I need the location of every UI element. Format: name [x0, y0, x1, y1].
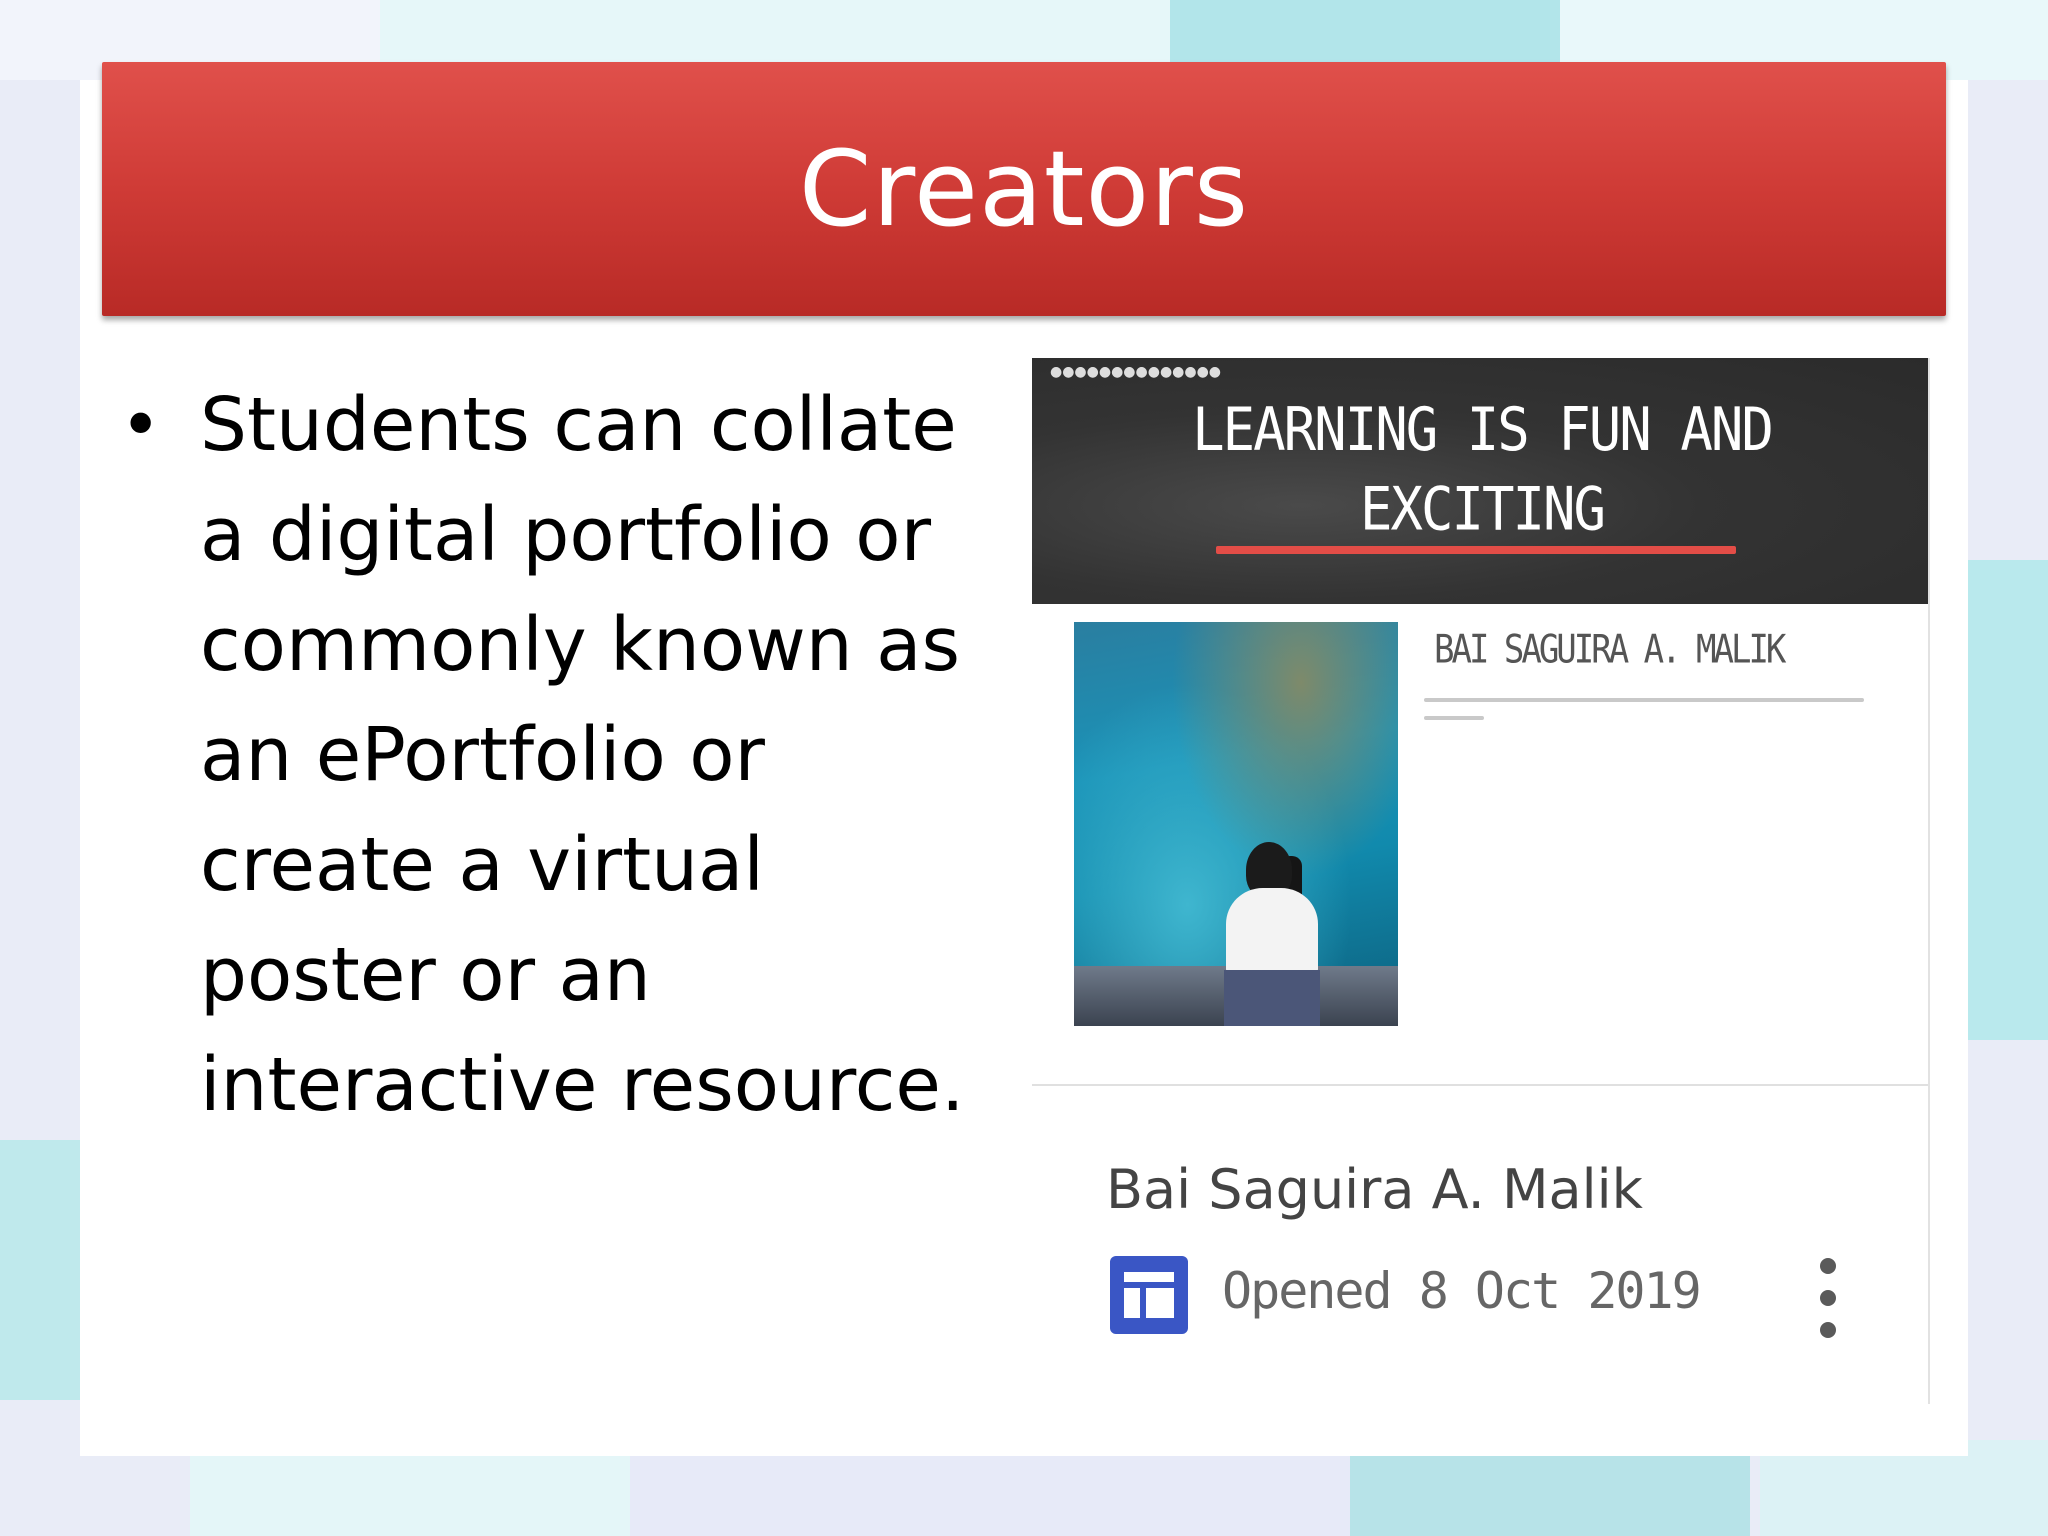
card-headline: LEARNING IS FUN AND EXCITING — [1192, 395, 1774, 544]
description-line — [1424, 716, 1484, 720]
card-header-banner: ●●●●●●●●●●●●●● LEARNING IS FUN AND EXCIT… — [1032, 358, 1928, 604]
card-divider — [1032, 1084, 1928, 1086]
photo-figure-skirt — [1224, 970, 1320, 1026]
bullet-list: • Students can collate a digital portfol… — [120, 370, 1000, 1140]
icon-part — [1124, 1272, 1174, 1282]
more-vert-icon[interactable] — [1808, 1258, 1848, 1338]
title-bar: Creators — [102, 62, 1946, 316]
kebab-dot — [1820, 1290, 1836, 1306]
kebab-dot — [1820, 1258, 1836, 1274]
card-title[interactable]: Bai Saguira A. Malik — [1106, 1158, 1643, 1221]
kebab-dot — [1820, 1322, 1836, 1338]
icon-part — [1124, 1288, 1140, 1318]
profile-photo — [1074, 622, 1398, 1026]
site-card[interactable]: ●●●●●●●●●●●●●● LEARNING IS FUN AND EXCIT… — [1032, 358, 1930, 1404]
profile-name: BAI SAGUIRA A. MALIK — [1434, 627, 1786, 673]
description-line — [1424, 698, 1864, 702]
bg-block — [1960, 560, 2048, 1040]
card-email-text: ●●●●●●●●●●●●●● — [1050, 364, 1222, 380]
profile-description — [1424, 698, 1874, 728]
photo-figure-body — [1226, 888, 1318, 978]
bullet-text: Students can collate a digital portfolio… — [200, 382, 965, 1128]
bg-block — [0, 1140, 90, 1400]
slide-title: Creators — [798, 128, 1250, 250]
opened-date: Opened 8 Oct 2019 — [1222, 1262, 1702, 1320]
accent-rule — [1216, 546, 1736, 554]
icon-part — [1146, 1288, 1174, 1318]
sites-layout-icon — [1110, 1256, 1188, 1334]
bullet-marker: • — [120, 384, 162, 466]
